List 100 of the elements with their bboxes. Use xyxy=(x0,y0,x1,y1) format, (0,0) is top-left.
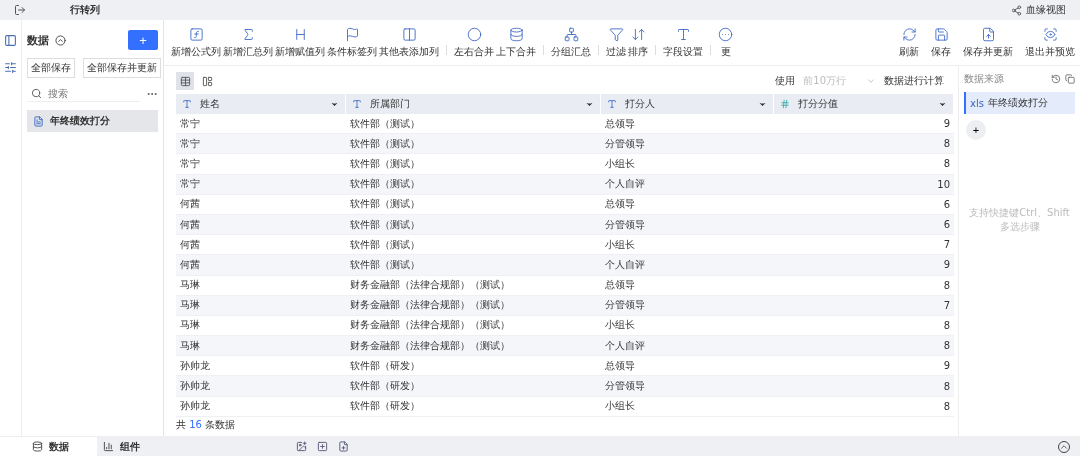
number-type-icon xyxy=(780,99,790,109)
toolbar-button[interactable]: 分组汇总 xyxy=(550,26,592,59)
more-icon xyxy=(718,26,733,42)
flag-icon xyxy=(344,26,360,42)
copy-icon[interactable] xyxy=(1065,74,1075,84)
table-cell: 马琳 xyxy=(176,336,346,357)
table-cell: 软件部（测试） xyxy=(346,214,601,236)
table-cell: 9 xyxy=(774,255,954,276)
save-all-button[interactable]: 全部保存 xyxy=(27,58,75,78)
file-type-label: xls xyxy=(970,97,984,109)
table-cell: 个人自评 xyxy=(601,174,774,195)
table-cell: 7 xyxy=(774,295,954,316)
table-cell: 8 xyxy=(774,134,954,155)
toolbar-button[interactable]: 新增汇总列 xyxy=(222,26,274,59)
add-step-button[interactable]: + xyxy=(966,120,986,140)
toolbar-button[interactable]: 其他表添加列 xyxy=(378,26,440,59)
add-widget-icon[interactable] xyxy=(317,441,328,452)
panel-title: 数据 xyxy=(27,32,49,48)
table-cell: 个人自评 xyxy=(601,255,774,276)
table-cell: 软件部（测试） xyxy=(346,174,601,195)
database-icon xyxy=(32,441,43,452)
table-view-tab[interactable] xyxy=(176,72,194,90)
table-cell: 软件部（测试） xyxy=(346,134,601,155)
panel-title: 数据来源 xyxy=(964,72,1004,86)
function-icon xyxy=(188,26,204,42)
table-cell: 常宁 xyxy=(176,174,346,195)
lineage-icon xyxy=(1011,4,1022,16)
column-label: 所属部门 xyxy=(370,97,411,111)
add-image-icon[interactable] xyxy=(296,441,307,452)
chevron-icon xyxy=(866,76,876,86)
add-column-icon xyxy=(401,26,417,42)
column-label: 打分人 xyxy=(625,97,656,111)
column-header[interactable]: 打分分值 xyxy=(774,94,954,114)
table-cell: 分管领导 xyxy=(601,376,774,397)
settings-icon[interactable] xyxy=(4,61,17,74)
compute-label: 数据进行计算 xyxy=(884,74,944,88)
dataset-item[interactable]: 年终绩效打分 xyxy=(27,110,158,132)
exit-icon[interactable] xyxy=(14,4,26,16)
step-label: 年终绩效打分 xyxy=(987,96,1048,110)
document-icon xyxy=(33,115,44,127)
table-cell: 软件部（研发） xyxy=(346,376,601,397)
sort-icon xyxy=(630,26,646,42)
compute-label: 使用 xyxy=(775,74,796,88)
table-cell: 分管领导 xyxy=(601,295,774,316)
text-icon xyxy=(675,26,691,42)
save-icon xyxy=(933,26,949,42)
add-button[interactable]: + xyxy=(128,30,158,50)
table-cell: 软件部（测试） xyxy=(346,255,601,276)
toolbar-button[interactable]: 上下合并 xyxy=(495,26,537,59)
table-cell: 10 xyxy=(774,174,954,195)
toolbar-button[interactable]: 左右合并 xyxy=(453,26,495,59)
column-header[interactable]: 姓名 xyxy=(176,94,346,114)
table-cell: 分管领导 xyxy=(601,214,774,236)
preview-icon xyxy=(1042,26,1058,42)
column-header[interactable]: 打分人 xyxy=(601,94,774,114)
add-report-icon[interactable] xyxy=(338,441,349,452)
table-cell: 何茜 xyxy=(176,255,346,276)
bottom-tab[interactable]: 组件 xyxy=(97,436,146,456)
table-cell: 8 xyxy=(774,376,954,397)
dataset-label: 年终绩效打分 xyxy=(50,114,110,128)
chart-icon xyxy=(103,441,114,452)
refresh-icon xyxy=(901,26,917,42)
table-cell: 6 xyxy=(774,214,954,236)
table-cell: 8 xyxy=(774,336,954,357)
column-label: 姓名 xyxy=(200,97,221,111)
table-cell: 个人自评 xyxy=(601,336,774,357)
toolbar-button[interactable]: 条件标签列 xyxy=(326,26,378,59)
table-cell: 何茜 xyxy=(176,214,346,236)
column-header[interactable]: 所属部门 xyxy=(346,94,601,114)
column-label: 打分分值 xyxy=(798,97,839,111)
table-cell: 财务金融部（法律合规部）（测试） xyxy=(346,336,601,357)
toolbar-button[interactable]: 刷新 xyxy=(898,26,920,59)
toolbar-button[interactable]: 新增公式列 xyxy=(170,26,222,59)
toolbar-button[interactable]: 新增赋值列 xyxy=(274,26,326,59)
text-type-icon xyxy=(607,99,617,109)
save-all-button[interactable]: 全部保存并更新 xyxy=(83,58,161,78)
data-panel-icon[interactable] xyxy=(4,34,17,47)
table-cell: 分管领导 xyxy=(601,134,774,155)
circle-icon xyxy=(466,26,482,42)
collapse-icon[interactable] xyxy=(55,34,66,46)
toolbar-button[interactable]: 保存并更新 xyxy=(962,26,1014,59)
history-icon[interactable] xyxy=(1051,74,1061,84)
cylinder-icon xyxy=(508,26,524,42)
search-icon xyxy=(31,88,42,99)
text-type-icon xyxy=(352,99,362,109)
table-cell: 马琳 xyxy=(176,295,346,316)
toolbar-button[interactable]: 更 xyxy=(717,26,734,59)
toolbar-button[interactable]: 过滤 xyxy=(605,26,627,59)
table-cell: 常宁 xyxy=(176,134,346,155)
toolbar-button[interactable]: 排序 xyxy=(627,26,649,59)
filter-icon xyxy=(608,26,624,42)
page-title: 行转列 xyxy=(70,3,100,17)
step-item[interactable]: xls 年终绩效打分 xyxy=(964,92,1075,114)
toolbar-button[interactable]: 退出并预览 xyxy=(1024,26,1076,59)
toolbar-button[interactable]: 保存 xyxy=(930,26,952,59)
lineage-link[interactable]: 血缘视图 xyxy=(1026,3,1066,17)
toolbar-button[interactable]: 字段设置 xyxy=(662,26,704,59)
table-cell: 孙帅龙 xyxy=(176,376,346,397)
hierarchy-icon xyxy=(563,26,579,42)
row-count: 共 16 条数据 xyxy=(176,417,237,432)
